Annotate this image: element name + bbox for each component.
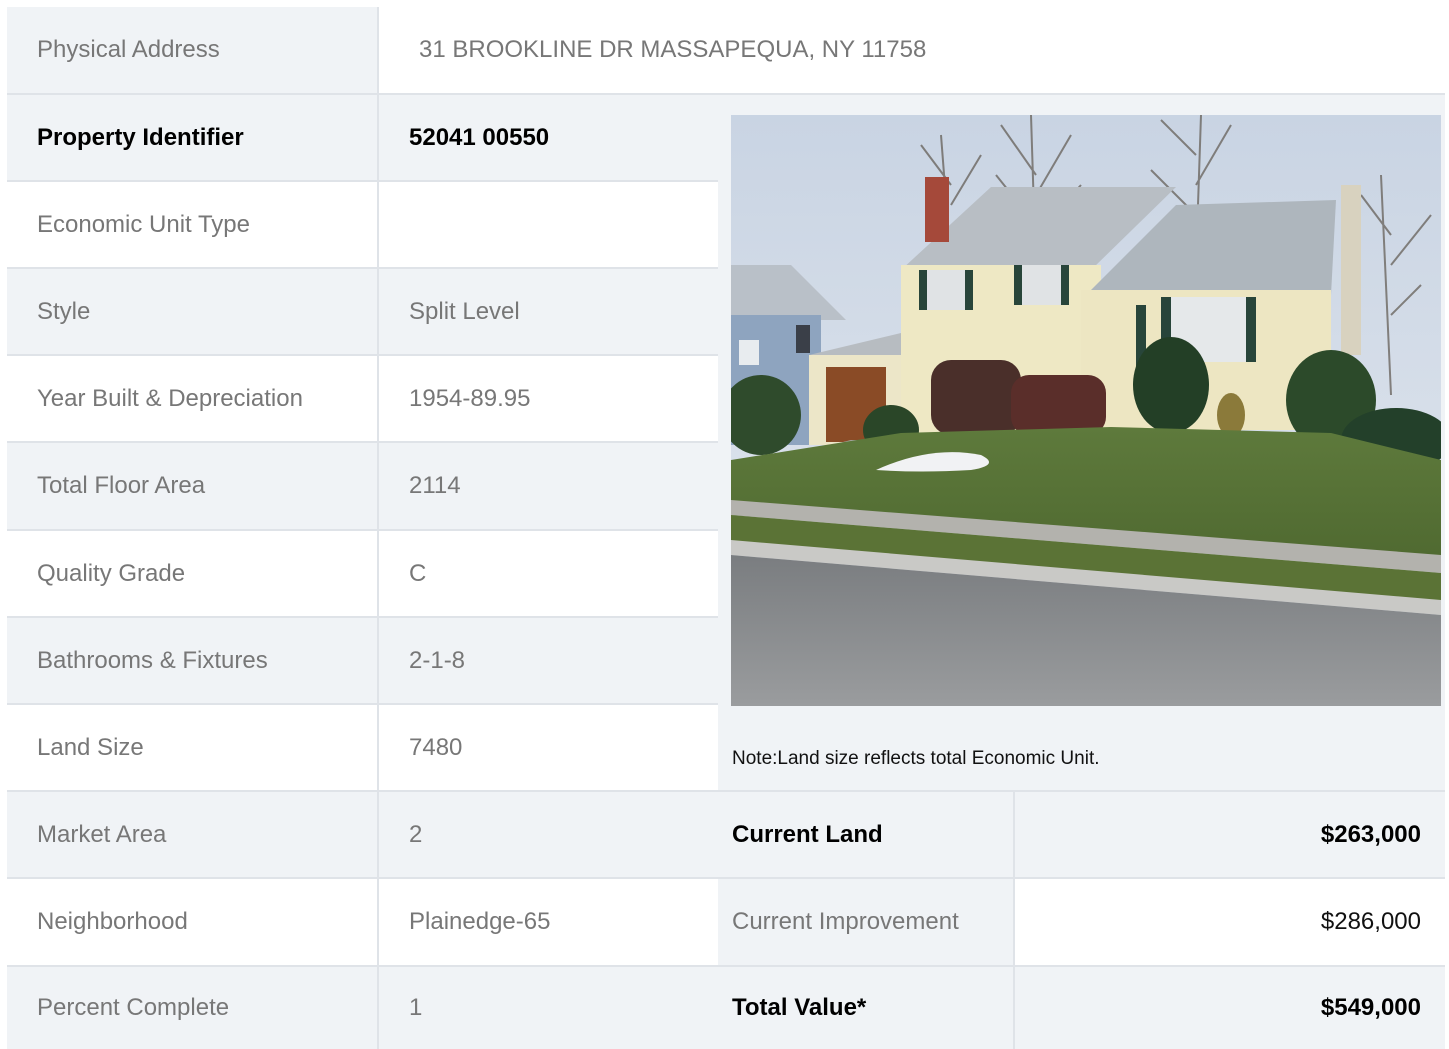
property-identifier-value: 52041 00550 (379, 95, 718, 180)
style-value: Split Level (379, 269, 718, 354)
bathrooms-value: 2-1-8 (379, 618, 718, 703)
land-size-label: Land Size (7, 705, 377, 790)
current-land-label: Current Land (718, 792, 1013, 877)
physical-address-label: Physical Address (7, 7, 377, 93)
land-size-value: 7480 (379, 705, 718, 790)
photo-panel (718, 95, 1445, 706)
percent-complete-value: 1 (379, 967, 718, 1049)
current-improvement-value: $286,000 (1015, 879, 1445, 965)
total-value-value: $549,000 (1015, 967, 1445, 1049)
economic-unit-type-label: Economic Unit Type (7, 182, 377, 267)
quality-grade-label: Quality Grade (7, 531, 377, 616)
market-area-label: Market Area (7, 792, 377, 877)
land-size-note: Note:Land size reflects total Economic U… (718, 706, 1445, 790)
style-label: Style (7, 269, 377, 354)
house-photo-icon[interactable] (731, 115, 1441, 706)
current-land-value: $263,000 (1015, 792, 1445, 877)
total-value-label: Total Value* (718, 967, 1013, 1049)
percent-complete-label: Percent Complete (7, 967, 377, 1049)
bathrooms-label: Bathrooms & Fixtures (7, 618, 377, 703)
total-floor-area-value: 2114 (379, 443, 718, 529)
economic-unit-type-value (379, 182, 718, 267)
property-identifier-label: Property Identifier (7, 95, 377, 180)
neighborhood-value: Plainedge-65 (379, 879, 718, 965)
quality-grade-value: C (379, 531, 718, 616)
year-built-value: 1954-89.95 (379, 356, 718, 441)
neighborhood-label: Neighborhood (7, 879, 377, 965)
total-floor-area-label: Total Floor Area (7, 443, 377, 529)
year-built-label: Year Built & Depreciation (7, 356, 377, 441)
market-area-value: 2 (379, 792, 718, 877)
physical-address-value: 31 BROOKLINE DR MASSAPEQUA, NY 11758 (379, 7, 1445, 93)
current-improvement-label: Current Improvement (718, 879, 1013, 965)
